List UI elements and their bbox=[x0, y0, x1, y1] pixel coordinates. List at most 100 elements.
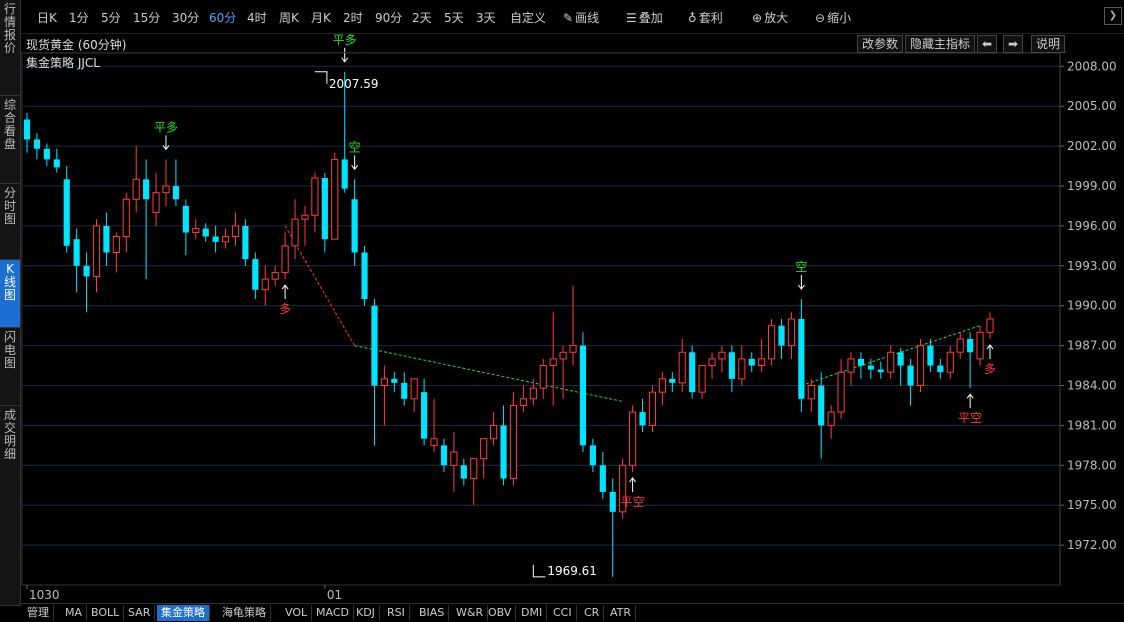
candle-body-down bbox=[23, 119, 31, 140]
arbitrage-button[interactable]: ♁ 套利 bbox=[688, 9, 723, 26]
period-2day[interactable]: 2天 bbox=[412, 9, 432, 26]
candle-body-down bbox=[351, 199, 358, 253]
candle-body-down bbox=[103, 225, 110, 253]
tab-cci[interactable]: CCI bbox=[549, 605, 577, 621]
candle-body-up bbox=[122, 198, 130, 238]
y-tick-label: 1990.00 bbox=[1067, 299, 1117, 313]
candle-body-up bbox=[648, 391, 657, 426]
candle-body-down bbox=[798, 319, 805, 399]
tab-macd[interactable]: MACD bbox=[312, 605, 354, 621]
candle-body-up bbox=[162, 185, 170, 194]
period-month[interactable]: 月K bbox=[311, 9, 331, 26]
candle-body-up bbox=[569, 345, 577, 353]
candle-body-down bbox=[341, 159, 348, 189]
period-custom[interactable]: 自定义 bbox=[510, 9, 546, 26]
help-button[interactable]: 说明 bbox=[1031, 35, 1066, 53]
candle-body-up bbox=[956, 338, 964, 353]
candle-body-up bbox=[519, 398, 527, 406]
candle-body-up bbox=[480, 438, 488, 460]
candle-body-down bbox=[361, 252, 368, 300]
period-2h[interactable]: 2时 bbox=[343, 9, 363, 26]
tab-ma[interactable]: MA bbox=[61, 605, 88, 621]
period-3day[interactable]: 3天 bbox=[476, 9, 496, 26]
tab-turtle[interactable]: 海龟策略 bbox=[218, 605, 271, 621]
candle-body-down bbox=[500, 425, 507, 479]
zoom-in-button[interactable]: ⊕ 放大 bbox=[752, 9, 788, 26]
sidebar-item-overview[interactable]: 综合看盘 bbox=[0, 96, 20, 184]
signal-label: 多 bbox=[279, 302, 291, 316]
tab-sar[interactable]: SAR bbox=[124, 605, 156, 621]
zoom-out-button[interactable]: ⊖ 缩小 bbox=[815, 9, 851, 26]
tab-cr[interactable]: CR bbox=[580, 605, 605, 621]
candle-body-down bbox=[669, 378, 676, 383]
period-5min[interactable]: 5分 bbox=[101, 9, 121, 26]
period-day[interactable]: 日K bbox=[37, 9, 57, 26]
candle-body-down bbox=[182, 205, 189, 233]
candle-body-down bbox=[252, 259, 259, 290]
candle-body-down bbox=[877, 369, 884, 373]
candle-body-up bbox=[559, 351, 567, 360]
period-15min[interactable]: 15分 bbox=[133, 9, 160, 26]
sidebar-item-trades[interactable]: 成交明细 bbox=[0, 406, 20, 606]
sidebar-item-quotes[interactable]: 行情报价 bbox=[0, 0, 20, 96]
candle-body-down bbox=[33, 139, 41, 149]
tab-wr[interactable]: W&R bbox=[452, 605, 489, 621]
y-tick-label: 1996.00 bbox=[1067, 219, 1117, 233]
signal-label: 平空 bbox=[958, 411, 982, 425]
max-price-label: 2007.59 bbox=[329, 77, 379, 91]
tab-dmi[interactable]: DMI bbox=[517, 605, 548, 621]
zoom-in-icon: ⊕ bbox=[752, 11, 763, 25]
candle-body-up bbox=[658, 378, 666, 393]
candle-body-down bbox=[143, 179, 150, 200]
tab-kdj[interactable]: KDJ bbox=[352, 605, 380, 621]
period-4h[interactable]: 4时 bbox=[247, 9, 267, 26]
period-90min[interactable]: 90分 bbox=[375, 9, 402, 26]
candle-body-up bbox=[470, 458, 478, 480]
candle-body-down bbox=[778, 325, 785, 346]
sidebar-item-kline[interactable]: K线图 bbox=[0, 260, 20, 328]
indicator-tabs: 管理 MA BOLL SAR 集金策略 海龟策略 VOL MACD KDJ RS… bbox=[21, 603, 1124, 622]
candle-body-up bbox=[301, 214, 309, 220]
candle-body-up bbox=[490, 424, 498, 440]
period-week[interactable]: 周K bbox=[279, 9, 299, 26]
y-tick-label: 2002.00 bbox=[1067, 139, 1117, 153]
next-arrow-button[interactable]: ➡ bbox=[1003, 35, 1024, 53]
collapse-icon[interactable]: ❯ bbox=[1104, 7, 1122, 25]
tab-atr[interactable]: ATR bbox=[606, 605, 637, 621]
tab-obv[interactable]: OBV bbox=[484, 605, 517, 621]
candle-body-down bbox=[73, 239, 80, 266]
tab-vol[interactable]: VOL bbox=[281, 605, 313, 621]
sidebar: 行情报价 综合看盘 分时图 K线图 闪电图 成交明细 bbox=[0, 0, 21, 606]
candle-body-up bbox=[678, 351, 686, 384]
candle-body-up bbox=[807, 385, 815, 400]
candle-body-up bbox=[976, 331, 984, 360]
kline-chart[interactable]: 2008.00 2005.00 2002.00 1999.00 1996.00 1993.… bbox=[0, 0, 1124, 621]
period-30min[interactable]: 30分 bbox=[172, 9, 199, 26]
chart-title: 现货黄金 (60分钟) bbox=[26, 38, 127, 52]
period-1min[interactable]: 1分 bbox=[69, 9, 89, 26]
y-tick-label: 1975.00 bbox=[1067, 498, 1117, 512]
period-5day[interactable]: 5天 bbox=[444, 9, 464, 26]
prev-arrow-button[interactable]: ⬅ bbox=[977, 35, 998, 53]
period-60min[interactable]: 60分 bbox=[209, 9, 236, 26]
overlay-button[interactable]: ☰ 叠加 bbox=[626, 9, 663, 26]
candle-body-down bbox=[927, 345, 934, 366]
sidebar-item-timeshare[interactable]: 分时图 bbox=[0, 184, 20, 260]
tab-manage[interactable]: 管理 bbox=[23, 605, 54, 621]
edit-params-button[interactable]: 改参数 bbox=[857, 35, 904, 53]
draw-line-button[interactable]: ✎ 画线 bbox=[563, 9, 599, 26]
candle-body-up bbox=[916, 345, 925, 387]
tab-jjcl[interactable]: 集金策略 bbox=[157, 605, 210, 621]
candle-body-up bbox=[698, 365, 706, 393]
sidebar-item-flash[interactable]: 闪电图 bbox=[0, 328, 20, 406]
chart-header: 现货黄金 (60分钟) 改参数 隐藏主指标 ⬅ ➡ 说明 bbox=[21, 34, 1067, 53]
candle-body-down bbox=[212, 236, 219, 242]
min-price-label: 1969.61 bbox=[547, 564, 597, 578]
hide-main-indicator-button[interactable]: 隐藏主指标 bbox=[905, 35, 976, 53]
toolbar: 日K 1分 5分 15分 30分 60分 4时 周K 月K 2时 90分 2天 … bbox=[21, 0, 1124, 34]
tab-boll[interactable]: BOLL bbox=[87, 605, 125, 621]
tab-rsi[interactable]: RSI bbox=[383, 605, 410, 621]
candle-body-up bbox=[291, 218, 299, 247]
candle-body-up bbox=[152, 192, 160, 214]
tab-bias[interactable]: BIAS bbox=[415, 605, 450, 621]
